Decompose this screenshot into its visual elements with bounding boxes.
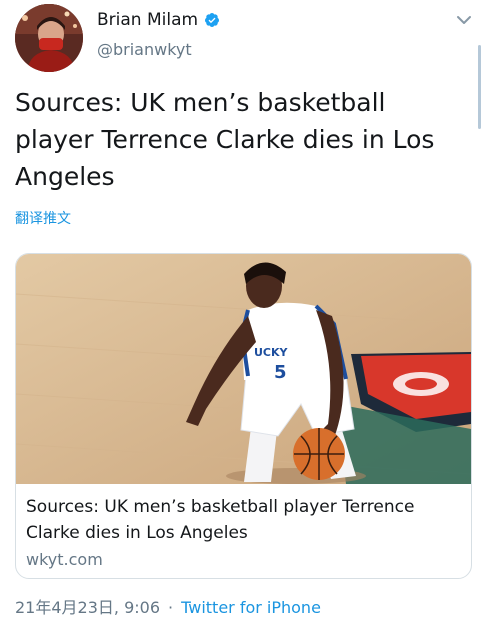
avatar[interactable] (15, 4, 83, 72)
avatar-image (15, 4, 83, 72)
card-image[interactable]: UCKY 5 (16, 254, 471, 484)
author-name-row[interactable]: Brian Milam (97, 10, 220, 30)
tweet-source-link[interactable]: Twitter for iPhone (181, 598, 321, 617)
translate-tweet-link[interactable]: 翻译推文 (15, 208, 71, 228)
card-body[interactable]: Sources: UK men’s basketball player Terr… (26, 494, 456, 571)
player-photo: UCKY 5 (16, 254, 471, 484)
card-title[interactable]: Sources: UK men’s basketball player Terr… (26, 494, 456, 546)
svg-text:5: 5 (274, 362, 287, 383)
card-domain: wkyt.com (26, 550, 103, 569)
scrollbar[interactable] (478, 45, 481, 129)
link-card[interactable]: UCKY 5 Sources: UK men’s basketball play… (15, 253, 472, 579)
tweet-text: Sources: UK men’s basketball player Terr… (15, 88, 435, 191)
author-handle[interactable]: @brianwkyt (97, 40, 192, 59)
meta-separator: · (168, 598, 174, 617)
timestamp[interactable]: 21年4月23日, 9:06 (15, 598, 160, 617)
chevron-down-icon[interactable] (456, 14, 472, 26)
author-name[interactable]: Brian Milam (97, 10, 198, 30)
svg-text:UCKY: UCKY (254, 346, 289, 359)
tweet-header: Brian Milam @brianwkyt (15, 0, 484, 72)
verified-badge-icon (205, 13, 220, 27)
tweet-meta: 21年4月23日, 9:06 · Twitter for iPhone (15, 594, 321, 618)
